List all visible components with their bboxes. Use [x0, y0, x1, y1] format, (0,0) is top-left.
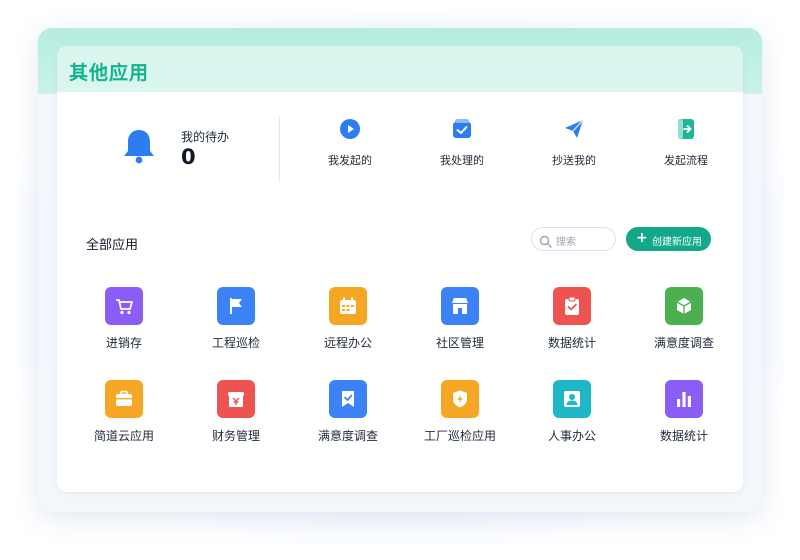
quick-action-label: 抄送我的 [552, 154, 596, 167]
bell-icon [119, 126, 159, 166]
app-tile[interactable]: 社区管理 [405, 287, 515, 357]
quick-action-initiated[interactable]: 我发起的 [305, 118, 395, 178]
app-tile[interactable]: 简道云应用 [69, 380, 179, 450]
app-tile[interactable]: 满意度调查 [629, 287, 739, 357]
todo-label: 我的待办 [181, 130, 230, 144]
app-label: 满意度调查 [317, 429, 378, 443]
clipboard-check-icon [553, 287, 591, 325]
main-card: 其他应用 我的待办 0 我发起的 我处理的 抄送我的 发起流程 全部应用 搜索 … [57, 46, 743, 492]
search-icon [539, 233, 552, 248]
todo-panel: 我的待办 0 我发起的 我处理的 抄送我的 发起流程 [67, 104, 733, 202]
app-tile[interactable]: 进销存 [69, 287, 179, 357]
quick-action-start-flow[interactable]: 发起流程 [641, 118, 731, 178]
app-label: 远程办公 [323, 336, 372, 350]
paper-plane-icon [563, 118, 585, 140]
app-label: 工厂巡检应用 [423, 429, 496, 443]
exit-door-icon [675, 118, 697, 140]
divider [279, 116, 280, 182]
app-label: 社区管理 [435, 336, 484, 350]
todo-count[interactable]: 0 [181, 145, 196, 169]
app-label: 人事办公 [547, 429, 596, 443]
bookmark-check-icon [329, 380, 367, 418]
person-card-icon [553, 380, 591, 418]
search-placeholder: 搜索 [556, 237, 576, 248]
app-tile[interactable]: 人事办公 [517, 380, 627, 450]
app-label: 工程巡检 [211, 336, 260, 350]
search-input[interactable]: 搜索 [531, 227, 616, 251]
check-square-icon [451, 118, 473, 140]
app-label: 进销存 [105, 336, 142, 350]
card-header: 其他应用 [57, 46, 743, 92]
plus-icon: + [636, 230, 648, 246]
app-label: 简道云应用 [93, 429, 154, 443]
app-tile[interactable]: 数据统计 [629, 380, 739, 450]
play-circle-icon [339, 118, 361, 140]
create-app-button[interactable]: + 创建新应用 [626, 227, 711, 251]
bar-chart-icon [665, 380, 703, 418]
cart-icon [105, 287, 143, 325]
app-tile[interactable]: 工厂巡检应用 [405, 380, 515, 450]
calendar-icon [329, 287, 367, 325]
app-tile[interactable]: 财务管理 [181, 380, 291, 450]
app-tile[interactable]: 满意度调查 [293, 380, 403, 450]
app-tile[interactable]: 远程办公 [293, 287, 403, 357]
app-tile[interactable]: 工程巡检 [181, 287, 291, 357]
briefcase-icon [105, 380, 143, 418]
store-icon [441, 287, 479, 325]
app-label: 满意度调查 [653, 336, 714, 350]
cube-icon [665, 287, 703, 325]
flag-icon [217, 287, 255, 325]
quick-action-cc[interactable]: 抄送我的 [529, 118, 619, 178]
app-label: 财务管理 [211, 429, 260, 443]
app-label: 数据统计 [547, 336, 596, 350]
page-title: 其他应用 [69, 62, 150, 84]
section-title: 全部应用 [86, 238, 139, 253]
quick-action-label: 我处理的 [440, 154, 484, 167]
quick-action-label: 发起流程 [664, 154, 708, 167]
quick-action-label: 我发起的 [328, 154, 372, 167]
quick-action-processed[interactable]: 我处理的 [417, 118, 507, 178]
shield-bolt-icon [441, 380, 479, 418]
yen-box-icon [217, 380, 255, 418]
app-label: 数据统计 [659, 429, 708, 443]
create-app-label: 创建新应用 [652, 237, 702, 248]
app-tile[interactable]: 数据统计 [517, 287, 627, 357]
